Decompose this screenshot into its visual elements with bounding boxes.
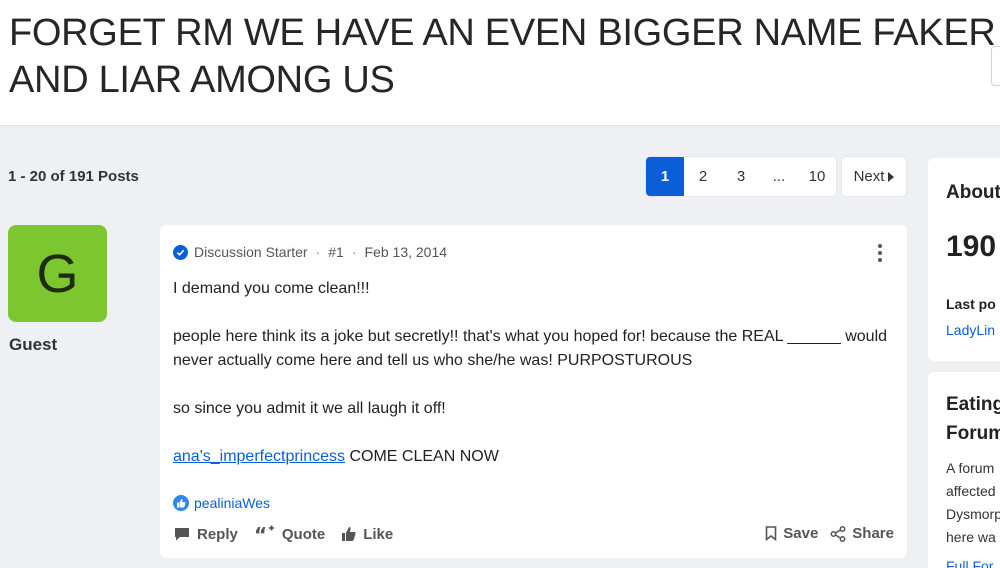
forum-desc-line: Dysmorp [946, 506, 1000, 522]
share-label: Share [852, 525, 894, 542]
page-10-button[interactable]: 10 [798, 157, 836, 196]
header-action-button[interactable] [991, 46, 1000, 86]
reaction-summary[interactable]: pealiniaWes [173, 495, 270, 511]
post-text: I demand you come clean!!! [173, 280, 370, 297]
post-text: people here think its a joke but secretl… [173, 328, 888, 369]
pagination: 1 2 3 ... 10 Next [646, 157, 906, 196]
avatar[interactable]: G [8, 225, 107, 322]
reply-label: Reply [197, 525, 238, 543]
post-meta: Discussion Starter · #1 · Feb 13, 2014 [173, 244, 447, 260]
caret-right-icon [888, 171, 895, 182]
quote-label: Quote [281, 525, 326, 543]
forum-desc-line: A forum [946, 460, 995, 476]
post-count: 1 - 20 of 191 Posts [8, 168, 139, 185]
last-post-label: Last po [946, 296, 996, 312]
thread-header: FORGET RM WE HAVE AN EVEN BIGGER NAME FA… [0, 0, 1000, 126]
forum-desc-line: affected [946, 483, 996, 499]
member-count: 190 [946, 230, 997, 263]
mention-link[interactable]: ana's_imperfectprincess [173, 448, 345, 465]
author-name[interactable]: Guest [9, 335, 57, 355]
about-heading: About [946, 182, 1000, 203]
share-button[interactable]: Share [830, 525, 894, 542]
page-numbers: 1 2 3 ... 10 [646, 157, 836, 196]
page-2-button[interactable]: 2 [684, 157, 722, 196]
forum-info-card: Eating Forum A forum affected Dysmorp he… [928, 372, 1000, 568]
post-text: ana's_imperfectprincess COME CLEAN NOW [173, 445, 893, 469]
post-actions: Reply “ Quote Like [173, 525, 393, 543]
discussion-starter-badge: Discussion Starter [194, 244, 308, 260]
page-1-button[interactable]: 1 [646, 157, 684, 196]
last-post-user-link[interactable]: LadyLin [946, 322, 995, 338]
post-card: Discussion Starter · #1 · Feb 13, 2014 I… [160, 225, 907, 558]
page-ellipsis: ... [760, 157, 798, 196]
page-3-button[interactable]: 3 [722, 157, 760, 196]
avatar-initial: G [36, 243, 79, 304]
next-label: Next [853, 168, 885, 185]
bookmark-icon [765, 526, 777, 541]
quote-icon: “ [254, 525, 274, 543]
post-text-rest: COME CLEAN NOW [345, 448, 499, 465]
forum-heading-line1: Eating [946, 394, 1000, 415]
meta-separator: · [351, 244, 357, 260]
meta-separator: · [315, 244, 321, 260]
share-icon [830, 525, 846, 542]
post-text: so since you admit it we all laugh it of… [173, 400, 446, 417]
next-page-button[interactable]: Next [842, 157, 906, 196]
forum-desc-line: here wa [946, 529, 996, 545]
reply-icon [175, 528, 189, 541]
post-date: Feb 13, 2014 [364, 244, 448, 260]
verified-check-icon [173, 244, 188, 260]
reaction-user[interactable]: pealiniaWes [194, 495, 270, 511]
thumbs-up-icon [173, 495, 189, 511]
quote-button[interactable]: “ Quote [254, 525, 325, 543]
more-options-icon[interactable] [876, 244, 884, 262]
thumbs-up-icon [342, 527, 356, 541]
about-card: About 190 Last po LadyLin [928, 158, 1000, 361]
full-forum-link[interactable]: Full For [946, 558, 993, 568]
reply-button[interactable]: Reply [173, 526, 238, 543]
save-label: Save [783, 525, 819, 542]
svg-text:“: “ [254, 525, 267, 543]
save-button[interactable]: Save [765, 525, 818, 542]
forum-heading-line2: Forum [946, 423, 1000, 444]
post-actions-right: Save Share [765, 525, 894, 542]
thread-title: FORGET RM WE HAVE AN EVEN BIGGER NAME FA… [9, 12, 996, 101]
like-button[interactable]: Like [341, 526, 393, 543]
post-body: I demand you come clean!!! people here t… [173, 277, 893, 493]
post-number[interactable]: #1 [328, 244, 344, 260]
like-label: Like [363, 525, 394, 543]
